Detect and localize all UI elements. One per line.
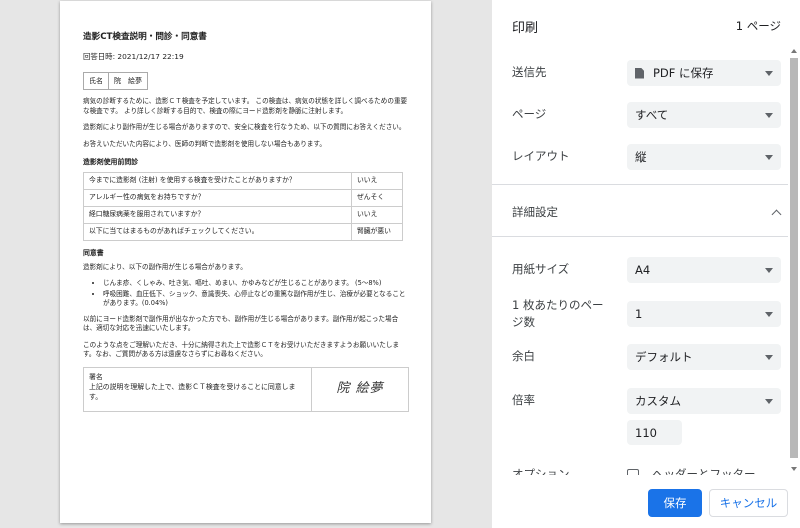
panel-header: 印刷 1 ページ bbox=[492, 0, 800, 50]
destination-value: PDF に保存 bbox=[653, 66, 714, 80]
margins-label: 余白 bbox=[512, 349, 535, 363]
name-label: 氏名 bbox=[84, 73, 109, 90]
scrollbar-thumb[interactable] bbox=[790, 58, 798, 458]
document-icon bbox=[635, 67, 644, 79]
margins-value: デフォルト bbox=[635, 350, 693, 364]
questions-table: 今までに造影剤 (注射) を使用する検査を受けたことがありますか？ いいえ アレ… bbox=[83, 171, 403, 241]
print-preview-area: 造影CT検査説明・問診・同意書 回答日時: 2021/12/17 22:19 氏… bbox=[0, 0, 492, 528]
preview-page: 造影CT検査説明・問診・同意書 回答日時: 2021/12/17 22:19 氏… bbox=[60, 1, 431, 523]
response-datetime: 回答日時: 2021/12/17 22:19 bbox=[83, 52, 184, 62]
more-settings-label: 詳細設定 bbox=[512, 205, 558, 219]
destination-select[interactable]: PDF に保存 bbox=[627, 60, 781, 86]
paper-size-select[interactable]: A4 bbox=[627, 257, 781, 283]
intro-paragraph-3: お答えいただいた内容により、医師の判断で造影剤を使用しない場合もあります。 bbox=[83, 139, 326, 148]
document-title: 造影CT検査説明・問診・同意書 bbox=[83, 32, 207, 42]
table-row: 以下に当てはまるものがあればチェックしてください。 腎臓が悪い bbox=[83, 222, 403, 241]
layout-select[interactable]: 縦 bbox=[627, 144, 781, 170]
questions-heading: 造影剤使用前問診 bbox=[83, 157, 139, 166]
answer-cell: ぜんそく bbox=[351, 188, 403, 207]
intro-paragraph-1: 病気の診断するために、造影ＣＴ検査を予定しています。 この検査は、病気の状態を詳… bbox=[83, 97, 408, 115]
question-cell: アレルギー性の病気をお持ちですか？ bbox=[83, 188, 352, 207]
answer-cell: 腎臓が悪い bbox=[351, 222, 403, 241]
paper-size-label: 用紙サイズ bbox=[512, 262, 570, 276]
chevron-down-icon bbox=[765, 355, 773, 360]
page-count: 1 ページ bbox=[735, 19, 781, 33]
consent-paragraph-3: このような点をご理解いただき、十分に納得された上で造影ＣＴをお受けいただきますよ… bbox=[83, 340, 400, 359]
pages-value: すべて bbox=[635, 108, 669, 122]
question-cell: 今までに造影剤 (注射) を使用する検査を受けたことがありますか？ bbox=[83, 171, 352, 190]
risk-list: じんま疹、くしゃみ、吐き気、嘔吐、めまい、かゆみなどが生じることがあります。 (… bbox=[103, 279, 409, 309]
paper-size-value: A4 bbox=[635, 263, 651, 277]
handwritten-signature: 院 絵夢 bbox=[336, 380, 384, 396]
chevron-down-icon bbox=[765, 113, 773, 118]
signature-statement: 上記の説明を理解した上で、造影ＣＴ検査を受けることに同意します。 bbox=[89, 382, 296, 401]
divider bbox=[492, 236, 788, 237]
cancel-button[interactable]: キャンセル bbox=[709, 489, 788, 517]
panel-footer: 保存 キャンセル bbox=[492, 475, 800, 528]
consent-intro: 造影剤により、以下の副作用が生じる場合があります。 bbox=[83, 262, 247, 271]
intro-paragraph-2: 造影剤により副作用が生じる場合がありますので、安全に検査を行なうため、以下の質問… bbox=[83, 123, 406, 132]
destination-label: 送信先 bbox=[512, 65, 547, 79]
signature-box: 署名 上記の説明を理解した上で、造影ＣＴ検査を受けることに同意します。 院 絵夢 bbox=[83, 366, 409, 412]
scroll-up-arrow-icon[interactable] bbox=[791, 49, 797, 53]
answer-cell: いいえ bbox=[351, 205, 403, 224]
scroll-down-arrow-icon[interactable] bbox=[791, 467, 797, 471]
chevron-down-icon bbox=[765, 312, 773, 317]
list-item: 呼吸困難、血圧低下、ショック、意識喪失、心停止などの重篤な副作用が生じ、治療が必… bbox=[103, 290, 409, 309]
question-cell: 経口糖尿病薬を服用されていますか？ bbox=[83, 205, 352, 224]
chevron-down-icon bbox=[765, 155, 773, 160]
signature-text-cell: 署名 上記の説明を理解した上で、造影ＣＴ検査を受けることに同意します。 bbox=[84, 367, 312, 411]
pages-label: ページ bbox=[512, 107, 547, 121]
name-value: 院 絵夢 bbox=[114, 77, 142, 86]
settings-scrollbar[interactable] bbox=[788, 45, 800, 475]
margins-select[interactable]: デフォルト bbox=[627, 344, 781, 370]
panel-title: 印刷 bbox=[512, 21, 539, 36]
list-item: じんま疹、くしゃみ、吐き気、嘔吐、めまい、かゆみなどが生じることがあります。 (… bbox=[103, 279, 409, 289]
layout-value: 縦 bbox=[635, 150, 647, 164]
scale-label: 倍率 bbox=[512, 393, 535, 407]
settings-scroll-area: 送信先 PDF に保存 ページ すべて レイアウト 縦 詳細設定 用紙サイズ A… bbox=[492, 50, 788, 475]
save-button[interactable]: 保存 bbox=[648, 489, 702, 517]
scale-select[interactable]: カスタム bbox=[627, 388, 781, 414]
table-row: アレルギー性の病気をお持ちですか？ ぜんそく bbox=[83, 188, 403, 207]
answer-cell: いいえ bbox=[351, 171, 403, 190]
signature-label: 署名 bbox=[89, 372, 103, 381]
consent-heading: 同意書 bbox=[83, 248, 104, 257]
pages-per-sheet-label: 1 枚あたりのページ数 bbox=[512, 298, 604, 330]
pages-per-sheet-select[interactable]: 1 bbox=[627, 301, 781, 327]
scale-value: カスタム bbox=[635, 394, 681, 408]
table-row: 今までに造影剤 (注射) を使用する検査を受けたことがありますか？ いいえ bbox=[83, 171, 403, 190]
question-cell: 以下に当てはまるものがあればチェックしてください。 bbox=[83, 222, 352, 241]
table-row: 経口糖尿病薬を服用されていますか？ いいえ bbox=[83, 205, 403, 224]
chevron-down-icon bbox=[765, 399, 773, 404]
layout-label: レイアウト bbox=[512, 149, 570, 163]
consent-paragraph-2: 以前にヨード造影剤で副作用が出なかった方でも、副作用が生じる場合があります。副作… bbox=[83, 314, 399, 333]
header-footer-label[interactable]: ヘッダーとフッター bbox=[652, 466, 756, 475]
chevron-down-icon bbox=[765, 71, 773, 76]
options-label: オプション bbox=[512, 467, 570, 475]
scale-percent-input[interactable]: 110 bbox=[627, 420, 682, 445]
more-settings-toggle[interactable]: 詳細設定 bbox=[512, 200, 782, 226]
name-box: 氏名 院 絵夢 bbox=[83, 72, 148, 91]
chevron-up-icon bbox=[771, 209, 782, 220]
chevron-down-icon bbox=[765, 268, 773, 273]
pages-per-sheet-value: 1 bbox=[635, 307, 643, 321]
print-settings-panel: 印刷 1 ページ 送信先 PDF に保存 ページ すべて レイアウト 縦 詳細設… bbox=[492, 0, 800, 528]
pages-select[interactable]: すべて bbox=[627, 102, 781, 128]
divider bbox=[492, 184, 788, 185]
